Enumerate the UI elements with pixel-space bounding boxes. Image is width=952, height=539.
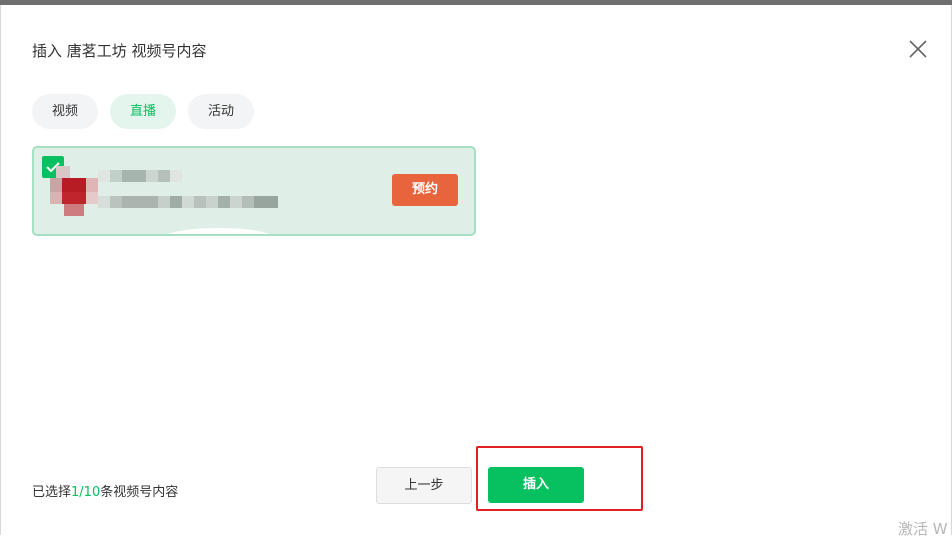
live-title-blurred — [98, 170, 182, 182]
insert-channel-content-dialog: 插入 唐茗工坊 视频号内容 视频 直播 活动 预约 已选择1/10条视频号内容 … — [0, 5, 952, 535]
live-subtitle-blurred — [98, 196, 278, 208]
previous-step-button[interactable]: 上一步 — [376, 467, 472, 504]
insert-button[interactable]: 插入 — [488, 467, 584, 503]
activation-watermark: 激活 W — [898, 520, 948, 538]
selection-count-text: 已选择1/10条视频号内容 — [32, 481, 178, 500]
selection-count: 1/10 — [71, 485, 101, 500]
live-card[interactable]: 预约 — [32, 146, 476, 236]
tab-event[interactable]: 活动 — [188, 94, 255, 129]
live-thumbnail-image — [50, 166, 100, 220]
card-decoration — [164, 228, 274, 234]
tab-live[interactable]: 直播 — [110, 94, 177, 129]
selection-suffix: 条视频号内容 — [100, 485, 179, 500]
tab-video[interactable]: 视频 — [32, 94, 99, 129]
reserve-button[interactable]: 预约 — [392, 174, 458, 206]
content-type-tabs: 视频 直播 活动 — [32, 94, 255, 129]
dialog-title: 插入 唐茗工坊 视频号内容 — [32, 42, 207, 60]
close-button[interactable] — [905, 36, 931, 62]
selection-prefix: 已选择 — [32, 485, 72, 500]
close-icon — [909, 40, 927, 58]
